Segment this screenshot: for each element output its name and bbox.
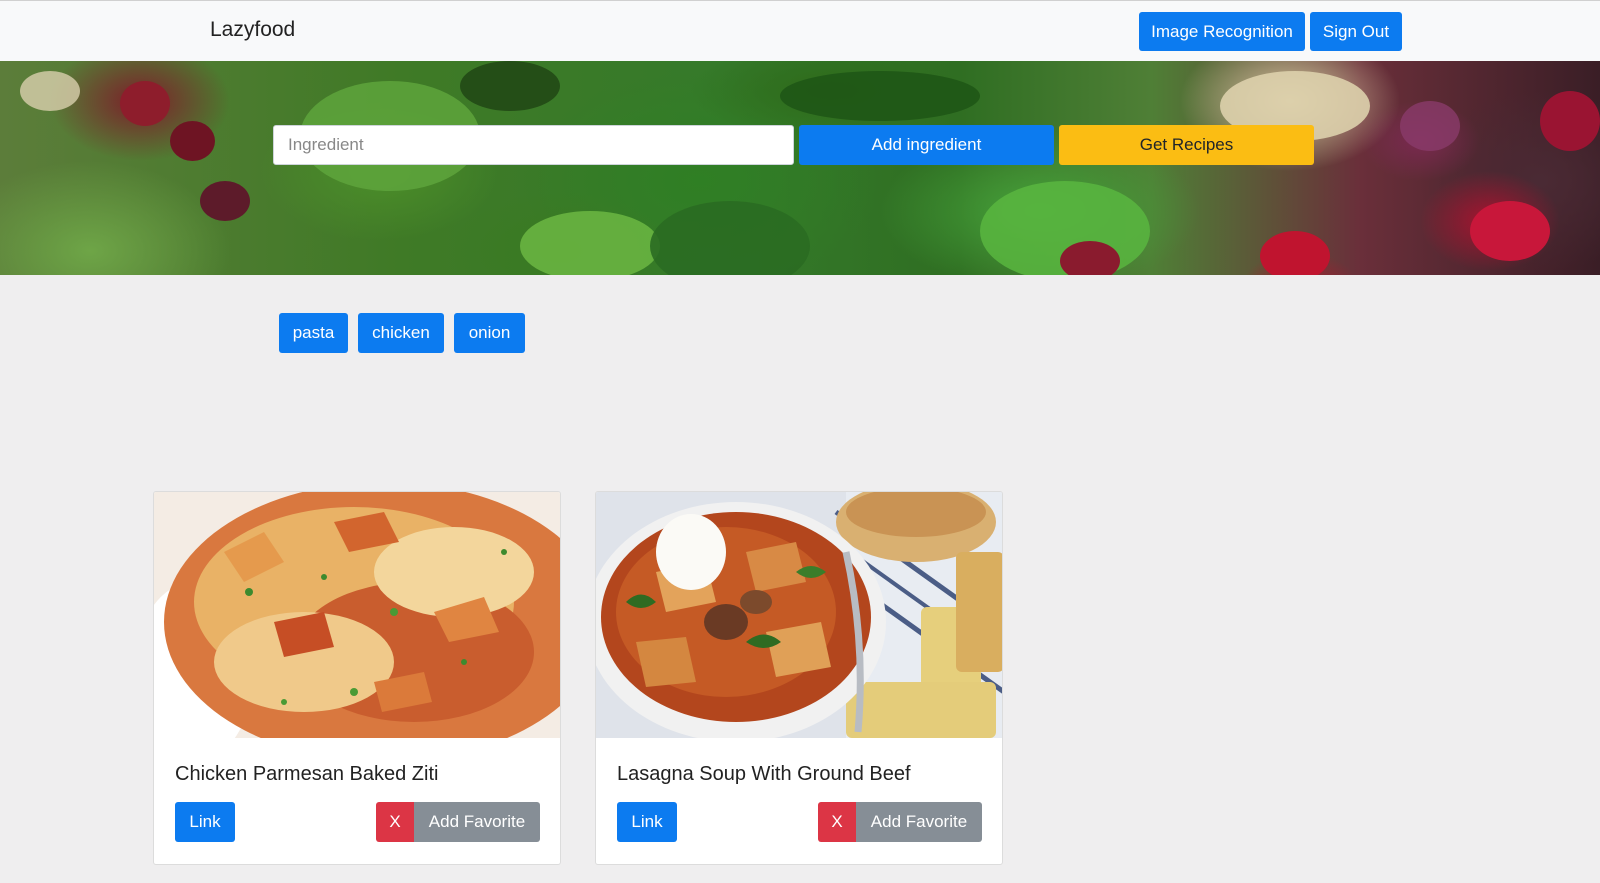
add-favorite-button[interactable]: Add Favorite — [414, 802, 540, 842]
navbar: Lazyfood Image Recognition Sign Out — [0, 0, 1600, 61]
ingredient-chip-pasta[interactable]: pasta — [279, 313, 348, 353]
sign-out-button[interactable]: Sign Out — [1310, 12, 1402, 51]
recipe-card: Lasagna Soup With Ground Beef Link X Add… — [595, 491, 1003, 865]
ingredient-chip-chicken[interactable]: chicken — [358, 313, 444, 353]
recipe-image-baked-ziti — [154, 492, 560, 738]
recipe-card: Chicken Parmesan Baked Ziti Link X Add F… — [153, 491, 561, 865]
image-recognition-button[interactable]: Image Recognition — [1139, 12, 1305, 51]
ingredient-chip-onion[interactable]: onion — [454, 313, 525, 353]
recipe-link-button[interactable]: Link — [175, 802, 235, 842]
recipe-image-lasagna-soup — [596, 492, 1002, 738]
add-favorite-button[interactable]: Add Favorite — [856, 802, 982, 842]
ingredient-input[interactable] — [273, 125, 794, 165]
remove-recipe-button[interactable]: X — [818, 802, 856, 842]
get-recipes-button[interactable]: Get Recipes — [1059, 125, 1314, 165]
recipe-link-button[interactable]: Link — [617, 802, 677, 842]
hero-banner-image — [0, 61, 1600, 275]
recipe-title: Chicken Parmesan Baked Ziti — [175, 763, 439, 785]
recipe-title: Lasagna Soup With Ground Beef — [617, 763, 911, 785]
remove-recipe-button[interactable]: X — [376, 802, 414, 842]
add-ingredient-button[interactable]: Add ingredient — [799, 125, 1054, 165]
brand-logo[interactable]: Lazyfood — [210, 18, 295, 42]
